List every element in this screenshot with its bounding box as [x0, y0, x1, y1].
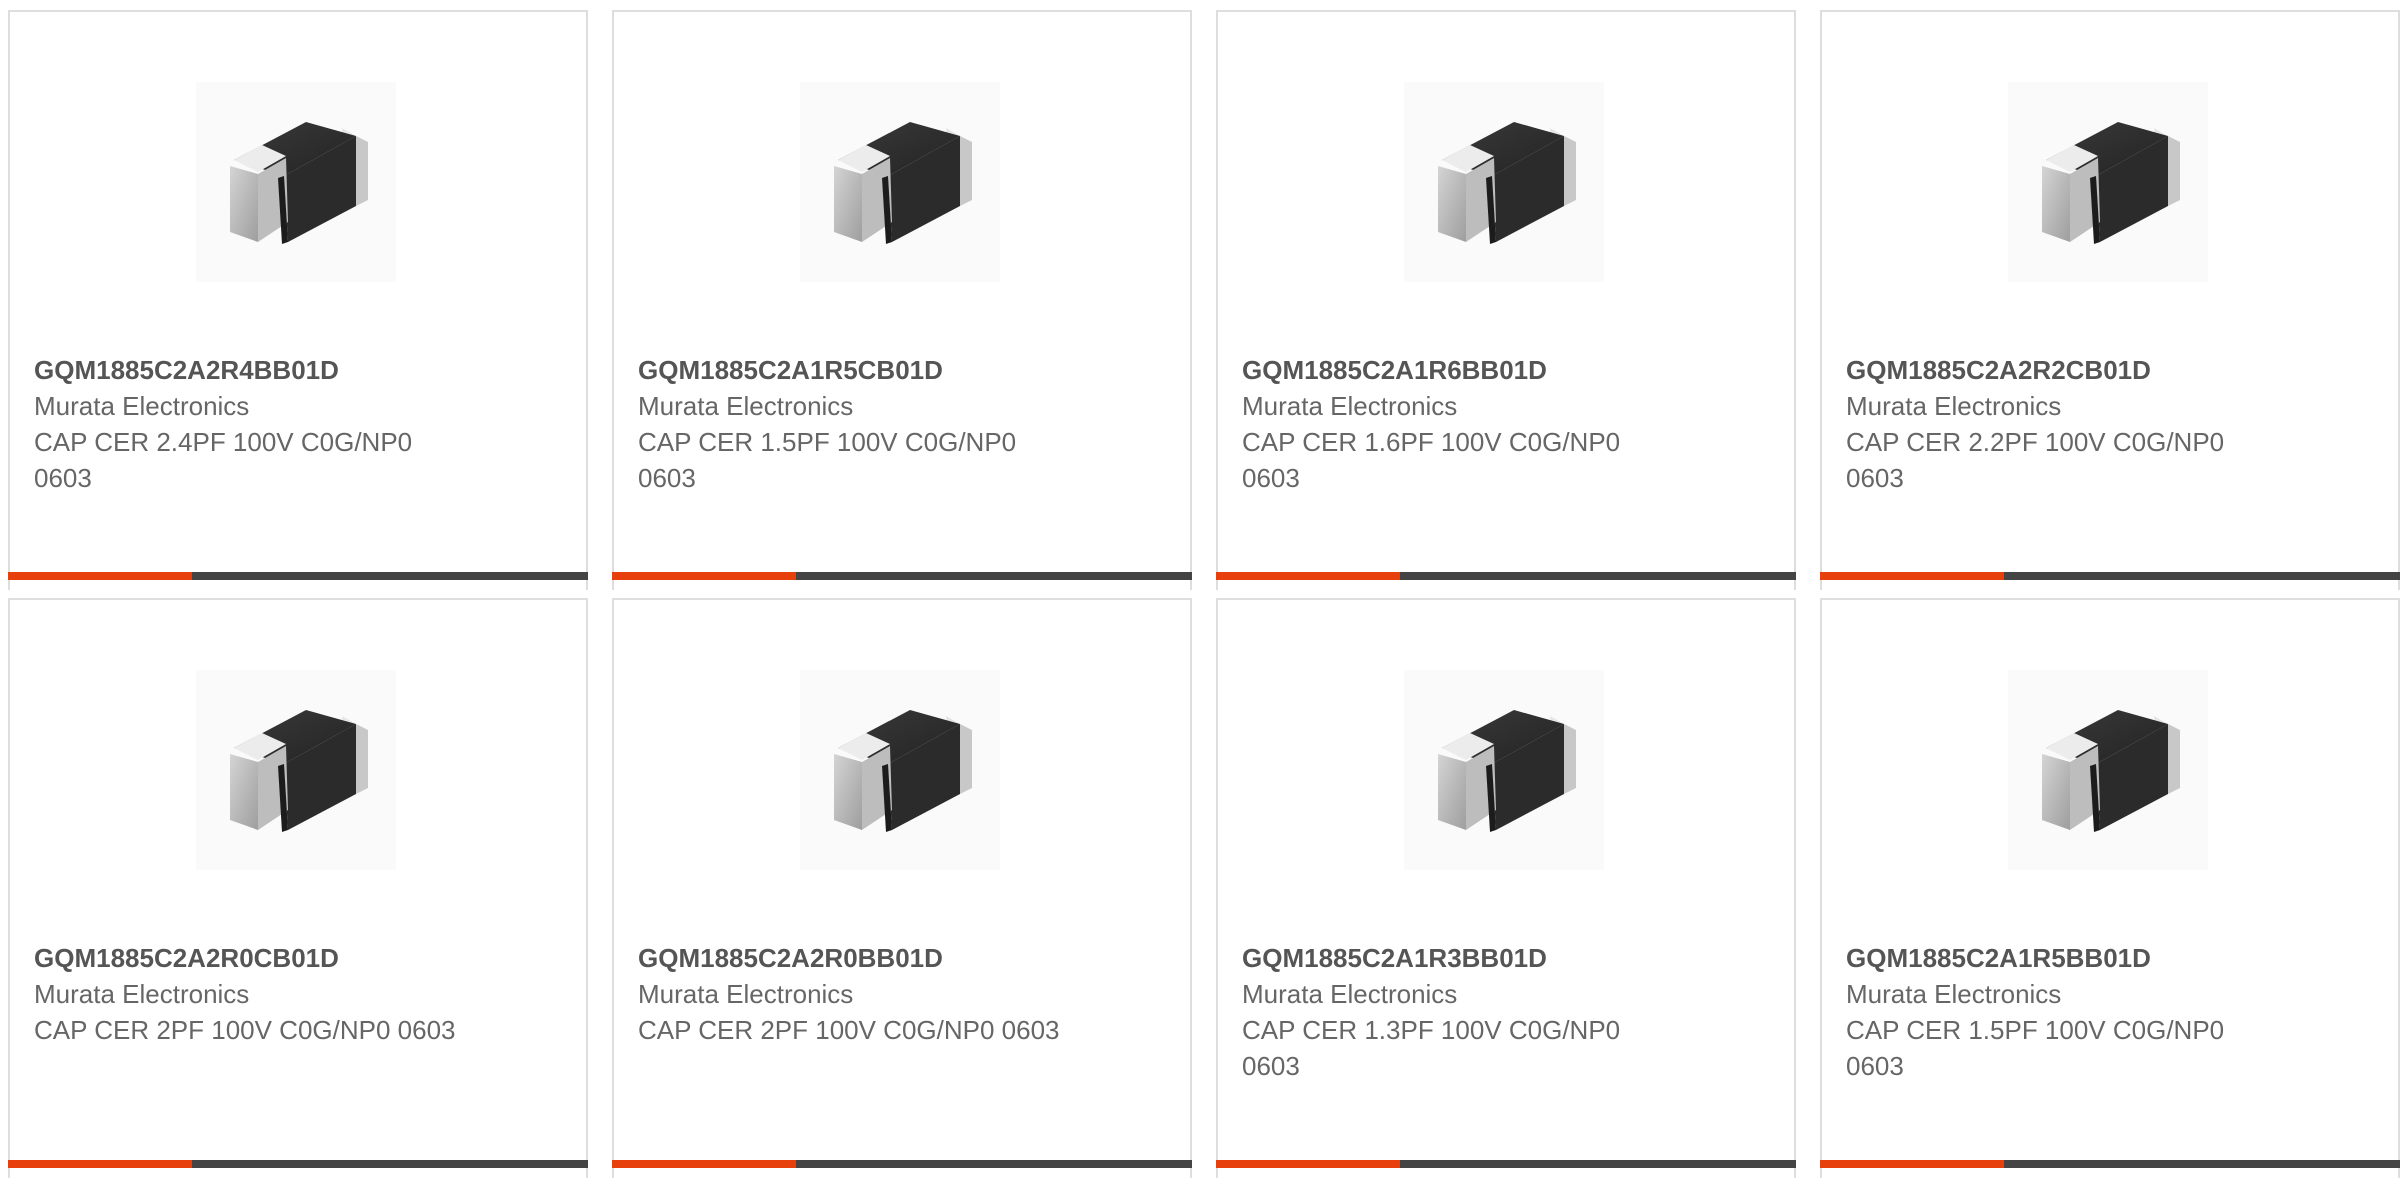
right-cap-face: [1564, 724, 1576, 794]
manufacturer-name: Murata Electronics: [1242, 979, 1458, 1009]
right-cap-face: [356, 724, 368, 794]
capacitor-chip-icon: [230, 122, 368, 244]
capacitor-chip-icon: [1438, 122, 1576, 244]
part-number[interactable]: GQM1885C2A2R0BB01D: [638, 940, 1170, 976]
product-info: GQM1885C2A1R5BB01D Murata Electronics CA…: [1846, 940, 2378, 1084]
product-description: CAP CER 2PF 100V C0G/NP0 0603: [34, 1015, 456, 1045]
manufacturer-name: Murata Electronics: [1846, 391, 2062, 421]
capacitor-chip-icon: [834, 122, 972, 244]
left-cap-face: [2042, 166, 2070, 242]
capacitor-chip-icon: [2042, 710, 2180, 832]
card-footer-bar: [1216, 572, 1796, 580]
right-cap-face: [356, 136, 368, 206]
product-info: GQM1885C2A2R0CB01D Murata Electronics CA…: [34, 940, 566, 1048]
left-cap-face: [230, 754, 258, 830]
part-number[interactable]: GQM1885C2A1R5CB01D: [638, 352, 1170, 388]
product-info: GQM1885C2A1R6BB01D Murata Electronics CA…: [1242, 352, 1774, 496]
product-description: CAP CER 1.5PF 100V C0G/NP0 0603: [1846, 1015, 2225, 1081]
part-number[interactable]: GQM1885C2A1R5BB01D: [1846, 940, 2378, 976]
product-card[interactable]: GQM1885C2A1R5CB01D Murata Electronics CA…: [612, 10, 1192, 590]
product-image[interactable]: [800, 82, 1000, 282]
capacitor-chip-icon: [1438, 710, 1576, 832]
product-grid: GQM1885C2A2R4BB01D Murata Electronics CA…: [8, 10, 2400, 1178]
product-image[interactable]: [196, 670, 396, 870]
card-accent-bar: [1820, 572, 2004, 580]
card-accent-bar: [8, 572, 192, 580]
product-description: CAP CER 1.5PF 100V C0G/NP0 0603: [638, 427, 1017, 493]
product-description: CAP CER 1.3PF 100V C0G/NP0 0603: [1242, 1015, 1621, 1081]
product-card[interactable]: GQM1885C2A1R3BB01D Murata Electronics CA…: [1216, 598, 1796, 1178]
manufacturer-name: Murata Electronics: [1846, 979, 2062, 1009]
capacitor-chip-icon: [834, 710, 972, 832]
right-cap-face: [1564, 136, 1576, 206]
left-cap-face: [834, 754, 862, 830]
manufacturer-name: Murata Electronics: [1242, 391, 1458, 421]
part-number[interactable]: GQM1885C2A2R4BB01D: [34, 352, 566, 388]
left-cap-face: [2042, 754, 2070, 830]
manufacturer-name: Murata Electronics: [638, 391, 854, 421]
left-cap-face: [834, 166, 862, 242]
left-cap-face: [230, 166, 258, 242]
card-footer-bar: [8, 572, 588, 580]
card-footer-bar: [1820, 572, 2400, 580]
product-description: CAP CER 1.6PF 100V C0G/NP0 0603: [1242, 427, 1621, 493]
product-info: GQM1885C2A2R2CB01D Murata Electronics CA…: [1846, 352, 2378, 496]
product-info: GQM1885C2A1R5CB01D Murata Electronics CA…: [638, 352, 1170, 496]
capacitor-chip-icon: [2042, 122, 2180, 244]
right-cap-face: [960, 724, 972, 794]
product-image[interactable]: [196, 82, 396, 282]
product-info: GQM1885C2A1R3BB01D Murata Electronics CA…: [1242, 940, 1774, 1084]
left-cap-face: [1438, 754, 1466, 830]
card-accent-bar: [612, 572, 796, 580]
product-image[interactable]: [2008, 82, 2208, 282]
product-image[interactable]: [800, 670, 1000, 870]
right-cap-face: [2168, 136, 2180, 206]
capacitor-chip-icon: [230, 710, 368, 832]
manufacturer-name: Murata Electronics: [638, 979, 854, 1009]
right-cap-face: [960, 136, 972, 206]
product-description: CAP CER 2PF 100V C0G/NP0 0603: [638, 1015, 1060, 1045]
part-number[interactable]: GQM1885C2A2R2CB01D: [1846, 352, 2378, 388]
product-card[interactable]: GQM1885C2A2R2CB01D Murata Electronics CA…: [1820, 10, 2400, 590]
product-image[interactable]: [2008, 670, 2208, 870]
product-image[interactable]: [1404, 82, 1604, 282]
product-image[interactable]: [1404, 670, 1604, 870]
right-cap-face: [2168, 724, 2180, 794]
product-card[interactable]: GQM1885C2A2R0CB01D Murata Electronics CA…: [8, 598, 588, 1178]
part-number[interactable]: GQM1885C2A1R6BB01D: [1242, 352, 1774, 388]
product-card[interactable]: GQM1885C2A2R0BB01D Murata Electronics CA…: [612, 598, 1192, 1178]
product-card[interactable]: GQM1885C2A1R6BB01D Murata Electronics CA…: [1216, 10, 1796, 590]
product-card[interactable]: GQM1885C2A1R5BB01D Murata Electronics CA…: [1820, 598, 2400, 1178]
product-info: GQM1885C2A2R0BB01D Murata Electronics CA…: [638, 940, 1170, 1048]
product-description: CAP CER 2.2PF 100V C0G/NP0 0603: [1846, 427, 2225, 493]
product-description: CAP CER 2.4PF 100V C0G/NP0 0603: [34, 427, 413, 493]
card-accent-bar: [1216, 572, 1400, 580]
product-card[interactable]: GQM1885C2A2R4BB01D Murata Electronics CA…: [8, 10, 588, 590]
manufacturer-name: Murata Electronics: [34, 979, 250, 1009]
part-number[interactable]: GQM1885C2A2R0CB01D: [34, 940, 566, 976]
manufacturer-name: Murata Electronics: [34, 391, 250, 421]
part-number[interactable]: GQM1885C2A1R3BB01D: [1242, 940, 1774, 976]
product-info: GQM1885C2A2R4BB01D Murata Electronics CA…: [34, 352, 566, 496]
card-footer-bar: [612, 572, 1192, 580]
left-cap-face: [1438, 166, 1466, 242]
